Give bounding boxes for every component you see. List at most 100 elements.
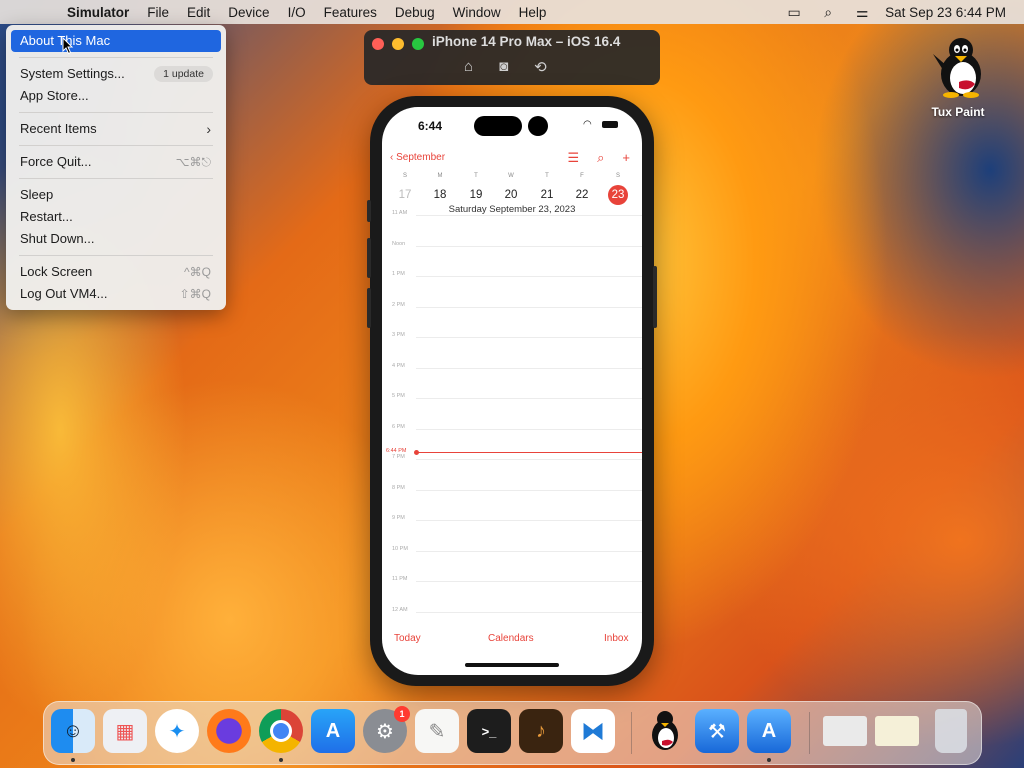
menu-item-label: Restart...	[20, 209, 73, 224]
menu-separator	[19, 178, 213, 179]
menu-item-restart[interactable]: Restart...	[11, 206, 221, 228]
menu-item-label: App Store...	[20, 88, 89, 103]
week-strip: 17 18 19 20 21 22 23	[382, 185, 642, 205]
menu-clock[interactable]: Sat Sep 23 6:44 PM	[879, 5, 1024, 20]
desktop-icon-tux-paint[interactable]: Tux Paint	[922, 36, 994, 119]
dock-xcode-icon[interactable]: ⚒	[695, 709, 739, 753]
back-to-month-button[interactable]: ‹ September	[390, 152, 445, 163]
menu-item-label: Shut Down...	[20, 231, 95, 246]
menu-item-force-quit[interactable]: Force Quit... ⌥⌘⎋	[11, 151, 221, 173]
calendars-button[interactable]: Calendars	[488, 633, 534, 644]
weekday-label: T	[545, 173, 549, 179]
hour-label: 8 PM	[392, 484, 405, 491]
day-cell[interactable]: 22	[564, 185, 600, 205]
home-indicator[interactable]	[465, 663, 559, 667]
battery-icon	[602, 121, 618, 128]
dock-terminal-icon[interactable]: >_	[467, 709, 511, 753]
list-view-icon[interactable]: ☰	[567, 150, 579, 166]
day-cell[interactable]: 17	[387, 185, 423, 205]
spotlight-search-icon[interactable]: ⌕	[811, 4, 845, 21]
dock-app-store-icon[interactable]: A	[311, 709, 355, 753]
menu-item-lock-screen[interactable]: Lock Screen ^⌘Q	[11, 261, 221, 283]
menu-device[interactable]: Device	[219, 5, 278, 20]
menu-item-app-store[interactable]: App Store...	[11, 85, 221, 107]
selected-date-label: Saturday September 23, 2023	[448, 204, 576, 215]
menu-features[interactable]: Features	[315, 5, 386, 20]
dock-system-settings-icon[interactable]: ⚙ 1	[363, 706, 410, 753]
notification-badge: 1	[394, 706, 410, 722]
dock-minimized-window-finder[interactable]	[823, 716, 867, 746]
dock-finder-icon[interactable]: ☺	[51, 709, 95, 753]
menu-help[interactable]: Help	[510, 5, 556, 20]
dock-trash-icon[interactable]	[935, 709, 967, 753]
day-cell-today[interactable]: 23	[600, 185, 636, 205]
menu-edit[interactable]: Edit	[178, 5, 219, 20]
menu-io[interactable]: I/O	[279, 5, 315, 20]
menu-separator	[19, 145, 213, 146]
menu-item-log-out[interactable]: Log Out VM4... ⇧⌘Q	[11, 283, 221, 305]
hour-row: 6 PM	[382, 424, 642, 430]
weekday-label: M	[437, 173, 443, 179]
side-button[interactable]	[653, 266, 657, 328]
menu-item-shut-down[interactable]: Shut Down...	[11, 228, 221, 250]
tux-penguin-icon	[652, 711, 678, 750]
menu-item-about-this-mac[interactable]: About This Mac	[11, 30, 221, 52]
hour-label: 6 PM	[392, 423, 405, 430]
menu-item-label: Sleep	[20, 187, 54, 202]
weekday-header: S M T W T F S	[382, 173, 642, 183]
zoom-window-button[interactable]	[412, 38, 424, 50]
control-center-icon[interactable]: ⚌	[845, 4, 879, 21]
search-icon[interactable]: ⌕	[597, 150, 604, 166]
screen-mirroring-icon[interactable]: ▭	[777, 4, 811, 21]
menu-item-sleep[interactable]: Sleep	[11, 184, 221, 206]
update-badge: 1 update	[154, 66, 213, 82]
dock-textedit-icon[interactable]: ✎	[415, 709, 459, 753]
action-button[interactable]	[367, 200, 371, 222]
dock-separator	[631, 712, 632, 754]
home-icon[interactable]: ⌂	[464, 58, 473, 76]
dock-chrome-icon[interactable]	[259, 709, 303, 753]
iphone-simulator: 6:44 ◠ ‹ September ☰ ⌕ + S M T W T F S 1…	[367, 96, 657, 686]
inbox-button[interactable]: Inbox	[604, 633, 628, 644]
menu-item-recent-items[interactable]: Recent Items ›	[11, 118, 221, 140]
dock-firefox-icon[interactable]	[207, 709, 251, 753]
close-window-button[interactable]	[372, 38, 384, 50]
screenshot-icon[interactable]: ◙	[499, 58, 508, 76]
menu-item-label: Log Out VM4...	[20, 286, 108, 301]
menu-file[interactable]: File	[138, 5, 178, 20]
day-cell[interactable]: 20	[493, 185, 529, 205]
day-cell[interactable]: 21	[529, 185, 565, 205]
running-indicator	[71, 758, 75, 762]
add-event-icon[interactable]: +	[622, 150, 630, 166]
dock-tux-paint-icon[interactable]	[643, 709, 687, 753]
shortcut-label: ⇧⌘Q	[179, 287, 211, 301]
dock-safari-icon[interactable]: ✦	[155, 709, 199, 753]
dock-launchpad-icon[interactable]: ▦	[103, 709, 147, 753]
dock-vscode-icon[interactable]: ⧓	[571, 709, 615, 753]
menu-app-name[interactable]: Simulator	[58, 5, 138, 20]
hour-label: Noon	[392, 240, 406, 247]
day-cell[interactable]: 19	[458, 185, 494, 205]
hour-label: 5 PM	[392, 393, 405, 399]
today-button[interactable]: Today	[394, 633, 421, 644]
dock-simulator-icon[interactable]: A	[747, 709, 791, 753]
menu-item-label: System Settings...	[20, 66, 125, 81]
volume-up-button[interactable]	[367, 238, 371, 278]
menu-item-system-settings[interactable]: System Settings... 1 update	[11, 63, 221, 85]
weekday-label: T	[474, 173, 478, 179]
dock-minimized-window-chrome[interactable]	[875, 716, 919, 746]
hour-row: 12 AM	[382, 607, 642, 613]
hour-label: 10 PM	[392, 545, 408, 552]
menu-window[interactable]: Window	[444, 5, 510, 20]
dock-garageband-icon[interactable]: ♪	[519, 709, 563, 753]
hour-row: 2 PM	[382, 302, 642, 308]
mouse-cursor-icon	[62, 37, 74, 55]
volume-down-button[interactable]	[367, 288, 371, 328]
minimize-window-button[interactable]	[392, 38, 404, 50]
desktop-icon-label: Tux Paint	[931, 105, 985, 119]
menu-item-label: Recent Items	[20, 121, 97, 136]
tux-penguin-icon	[933, 38, 981, 98]
day-cell[interactable]: 18	[422, 185, 458, 205]
rotate-icon[interactable]: ⟲	[534, 58, 547, 76]
menu-debug[interactable]: Debug	[386, 5, 444, 20]
